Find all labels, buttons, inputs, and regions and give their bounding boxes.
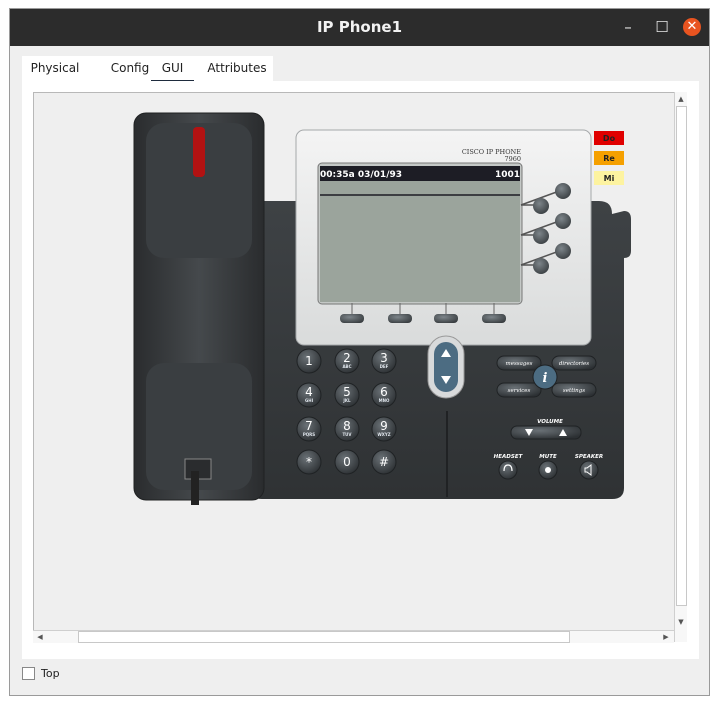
- top-checkbox[interactable]: [22, 667, 35, 680]
- headset-button[interactable]: [498, 460, 518, 480]
- keypad-button-letters: PQRS: [303, 432, 315, 437]
- audio-buttons: HEADSET MUTE SPEAKER: [494, 454, 603, 480]
- tab-gui-label: GUI: [161, 61, 184, 75]
- services-label: services: [508, 388, 531, 394]
- lcd-time-date: 00:35a 03/01/93: [320, 170, 402, 180]
- navigation-rocker[interactable]: [427, 335, 465, 399]
- scroll-down-icon[interactable]: ▼: [675, 616, 687, 628]
- tab-bar: Physical Config GUI Attributes: [22, 56, 273, 83]
- keypad-button-label: 8: [343, 419, 351, 433]
- indicator-re-label: Re: [603, 154, 615, 163]
- close-button[interactable]: ✕: [683, 18, 701, 36]
- title-bar[interactable]: IP Phone1 – ☐ ✕: [10, 9, 709, 46]
- message-waiting-light: [193, 127, 205, 177]
- scroll-left-icon[interactable]: ◀: [34, 631, 46, 643]
- line-button-3[interactable]: [555, 213, 571, 229]
- line-button-4[interactable]: [533, 228, 549, 244]
- tab-config-label: Config: [110, 61, 150, 75]
- keypad-button-label: 9: [380, 419, 388, 433]
- vertical-scroll-thumb[interactable]: [676, 106, 687, 606]
- keypad-button-label: 1: [305, 354, 313, 368]
- app-window: IP Phone1 – ☐ ✕ Physical Config GUI Attr…: [9, 8, 710, 696]
- keypad-button-label: 6: [380, 385, 388, 399]
- soft-key-4[interactable]: [482, 314, 506, 323]
- scroll-right-icon[interactable]: ▶: [660, 631, 672, 643]
- lcd-extension: 1001: [495, 170, 520, 180]
- keypad-button-letters: TUV: [342, 432, 352, 437]
- soft-key-2[interactable]: [388, 314, 412, 323]
- handset[interactable]: [133, 112, 265, 505]
- keypad-button-letters: JKL: [342, 398, 351, 403]
- keypad-button-letters: DEF: [380, 364, 389, 369]
- info-icon: i: [543, 371, 548, 386]
- scroll-up-icon[interactable]: ▲: [675, 93, 687, 105]
- keypad-button-letters: GHI: [305, 398, 314, 403]
- messages-label: messages: [506, 361, 533, 367]
- speaker-button[interactable]: [579, 460, 599, 480]
- minimize-button[interactable]: –: [619, 18, 637, 36]
- line-button-6[interactable]: [533, 258, 549, 274]
- ip-phone-graphic: CISCO IP PHONE 7960 00:35a 03/01/93 1001: [133, 112, 631, 505]
- horizontal-scroll-thumb[interactable]: [78, 631, 570, 643]
- keypad-button-label: 4: [305, 385, 313, 399]
- maximize-button[interactable]: ☐: [653, 18, 671, 36]
- keypad-button-letters: ABC: [342, 364, 351, 369]
- tab-attributes-label: Attributes: [207, 61, 267, 75]
- settings-label: settings: [563, 388, 585, 394]
- keypad-button-letters: MNO: [379, 398, 390, 403]
- speaker-label: SPEAKER: [575, 454, 603, 460]
- line-button-5[interactable]: [555, 243, 571, 259]
- mute-icon: [545, 467, 551, 473]
- volume-label: VOLUME: [537, 419, 563, 425]
- directories-label: directories: [559, 361, 589, 367]
- window-title: IP Phone1: [316, 18, 403, 36]
- lcd-screen: [320, 166, 520, 302]
- keypad-button-label: #: [379, 455, 389, 469]
- tab-attributes[interactable]: Attributes: [207, 56, 267, 81]
- keypad-button-label: 7: [305, 419, 313, 433]
- indicator-mi-label: Mi: [604, 174, 615, 183]
- indicator-labels: Do Re Mi: [594, 131, 624, 185]
- tab-physical[interactable]: Physical: [24, 56, 86, 81]
- keypad-button-label: 3: [380, 351, 388, 365]
- keypad-button-letters: WXYZ: [377, 432, 390, 437]
- line-button-1[interactable]: [555, 183, 571, 199]
- keypad-button-label: *: [306, 455, 312, 469]
- soft-key-3[interactable]: [434, 314, 458, 323]
- volume-rocker[interactable]: [510, 425, 582, 440]
- indicator-do-label: Do: [603, 134, 616, 143]
- phone-gui-viewport: CISCO IP PHONE 7960 00:35a 03/01/93 1001: [33, 92, 687, 642]
- headset-label: HEADSET: [494, 454, 524, 460]
- keypad-button-label: 5: [343, 385, 351, 399]
- keypad-button-label: 2: [343, 351, 351, 365]
- line-button-2[interactable]: [533, 198, 549, 214]
- model-label: 7960: [504, 155, 521, 163]
- tab-physical-label: Physical: [30, 61, 80, 75]
- horizontal-scrollbar[interactable]: ◀ ▶: [33, 630, 674, 643]
- vertical-scrollbar[interactable]: ▲ ▼: [674, 92, 687, 642]
- tab-gui[interactable]: GUI: [151, 56, 194, 83]
- keypad-button-label: 0: [343, 455, 351, 469]
- mute-label: MUTE: [539, 454, 557, 460]
- top-checkbox-label: Top: [41, 667, 60, 680]
- soft-key-1[interactable]: [340, 314, 364, 323]
